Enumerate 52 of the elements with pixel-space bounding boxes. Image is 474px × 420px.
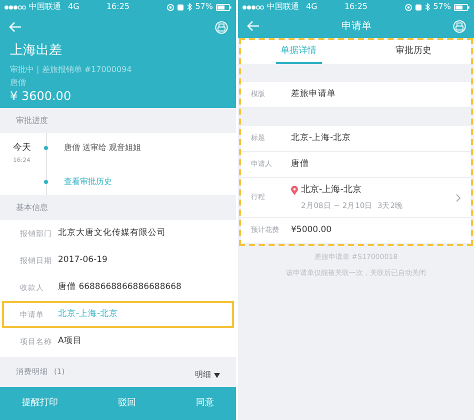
battery-percent: 57% [433,1,451,13]
action-button[interactable]: 同意 [194,396,216,410]
report-subtitle: 审批中 | 差旅报销单 #17000094 [10,64,132,75]
report-title: 上海出差 [10,42,62,60]
back-arrow-icon [246,20,260,32]
caret-down-icon [214,372,220,378]
field-value: ¥5000.00 [291,224,332,237]
printer-icon [215,20,228,34]
clock-time: 16:25 [344,1,368,13]
location-pin-icon [291,186,298,196]
field-value: 唐僧 [291,158,309,171]
section-heading: 基本信息 [0,195,236,220]
network-type: 4G [306,1,318,13]
field-value: 唐僧 6688668866886688668 [58,281,182,294]
bluetooth-icon [425,3,430,11]
timeline-day: 今天 [13,142,31,156]
field-value: 北京大唐文化传媒有限公司 [58,227,166,240]
print-button[interactable] [453,20,466,32]
location-icon [167,4,174,10]
action-button[interactable]: 提醒打印 [20,396,60,410]
signal-icon [4,4,26,10]
bluetooth-icon [187,3,192,11]
back-button[interactable] [8,21,22,33]
tab[interactable]: 审批历史 [390,40,436,64]
clock-time: 16:25 [106,1,130,13]
back-button[interactable] [246,20,260,32]
request-link[interactable]: 北京-上海-北京 [58,308,118,321]
section-heading: 审批进度 [0,108,236,133]
back-arrow-icon [8,21,22,33]
screen-title: 申请单 [342,20,372,34]
signal-icon [242,4,264,10]
history-link[interactable]: 查看审批历史 [64,176,112,187]
details-toggle[interactable]: 明细 [195,369,220,381]
printer-icon [453,20,466,32]
print-button[interactable] [215,20,228,34]
carrier-name: 中国联通 [267,1,299,13]
field-value: 差旅申请单 [291,88,336,101]
battery-icon [216,4,232,10]
chevron-right-icon [456,194,461,202]
battery-icon [454,4,470,10]
field-value: A项目 [58,335,82,348]
trip-route: 北京-上海-北京 [301,184,362,198]
action-button[interactable]: 驳回 [116,396,138,410]
report-amount: ¥ 3600.00 [10,88,72,104]
field-value: 2017-06-19 [58,254,108,267]
carrier-name: 中国联通 [29,1,61,13]
location-icon [405,4,412,10]
network-type: 4G [68,1,80,13]
battery-percent: 57% [195,1,213,13]
timeline-event: 唐僧 送审给 观音姐姐 [64,142,142,153]
applicant-name: 唐僧 [10,77,26,88]
field-value: 北京-上海-北京 [291,132,352,145]
